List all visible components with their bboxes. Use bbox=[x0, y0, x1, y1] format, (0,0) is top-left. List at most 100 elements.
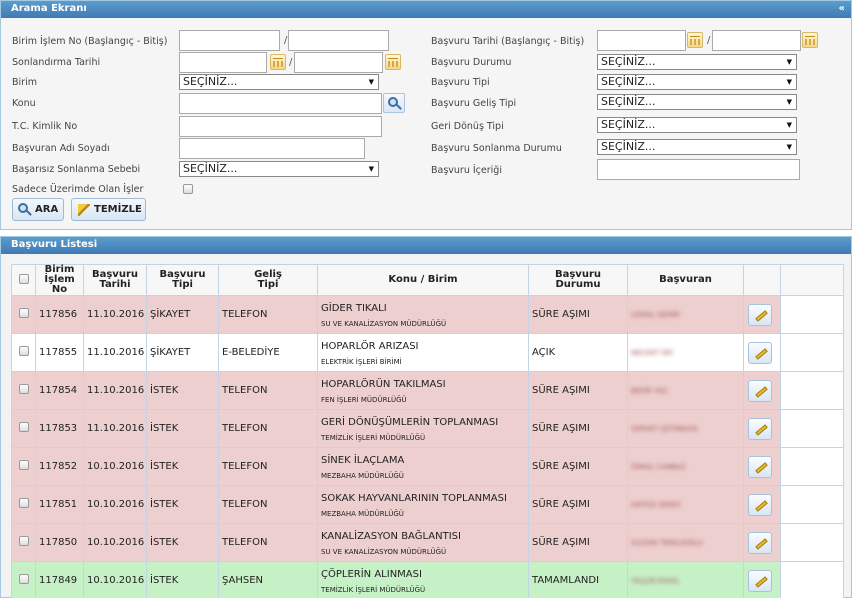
islem-no-end-input[interactable] bbox=[288, 30, 389, 51]
basvuru-durumu-select[interactable]: SEÇİNİZ... ▼ bbox=[597, 54, 797, 70]
edit-button[interactable] bbox=[748, 531, 772, 554]
cell-actions bbox=[743, 447, 781, 486]
search-button-label: ARA bbox=[35, 204, 59, 215]
table-row[interactable]: 117854 11.10.2016 İSTEK TELEFON HOPARLÖRÜN T… bbox=[11, 371, 844, 410]
basarisiz-select[interactable]: SEÇİNİZ... ▼ bbox=[179, 161, 379, 177]
clear-button[interactable]: TEMİZLE bbox=[71, 198, 146, 221]
applicant-name: BEKİR YAZ bbox=[631, 387, 668, 395]
edit-button[interactable] bbox=[748, 417, 772, 440]
row-checkbox-cell[interactable] bbox=[11, 295, 36, 334]
row-checkbox[interactable] bbox=[19, 308, 29, 318]
table-row[interactable]: 117849 10.10.2016 İSTEK ŞAHSEN ÇÖPLERİN ALIN… bbox=[11, 561, 844, 598]
col-header-no[interactable]: Birim İşlem No bbox=[35, 264, 84, 296]
chevron-down-icon: ▼ bbox=[786, 121, 792, 129]
cell-tarih: 11.10.2016 bbox=[83, 371, 147, 410]
tc-input[interactable] bbox=[179, 116, 382, 137]
select-all-cell[interactable] bbox=[11, 264, 36, 296]
birim-select[interactable]: SEÇİNİZ... ▼ bbox=[179, 74, 379, 90]
label-basarisiz: Başarısız Sonlanma Sebebi bbox=[12, 164, 141, 175]
chevron-down-icon: ▼ bbox=[786, 143, 792, 151]
gelis-tipi-select[interactable]: SEÇİNİZ... ▼ bbox=[597, 94, 797, 110]
edit-button[interactable] bbox=[748, 379, 772, 402]
icerigi-input[interactable] bbox=[597, 159, 800, 180]
col-header-durum[interactable]: Başvuru Durumu bbox=[528, 264, 628, 296]
edit-button[interactable] bbox=[748, 569, 772, 592]
cell-extra bbox=[780, 295, 844, 334]
row-checkbox-cell[interactable] bbox=[11, 523, 36, 562]
pencil-icon bbox=[755, 347, 768, 360]
collapse-icon[interactable]: « bbox=[839, 1, 845, 17]
row-checkbox[interactable] bbox=[19, 536, 29, 546]
konu-input[interactable] bbox=[179, 93, 382, 114]
cell-tarih: 10.10.2016 bbox=[83, 447, 147, 486]
search-button[interactable]: ARA bbox=[12, 198, 64, 221]
geri-donus-select-value: SEÇİNİZ... bbox=[601, 118, 656, 131]
sonlanma-durumu-select[interactable]: SEÇİNİZ... ▼ bbox=[597, 139, 797, 155]
applicant-name: NECDET EKİ bbox=[631, 349, 673, 357]
cell-extra bbox=[780, 485, 844, 524]
table-row[interactable]: 117851 10.10.2016 İSTEK TELEFON SOKAK HAYVAN… bbox=[11, 485, 844, 524]
edit-button[interactable] bbox=[748, 493, 772, 516]
row-checkbox[interactable] bbox=[19, 422, 29, 432]
sonlandirma-end-input[interactable] bbox=[294, 52, 383, 73]
col-header-gelis[interactable]: Geliş Tipi bbox=[218, 264, 318, 296]
sonlandirma-separator: / bbox=[289, 57, 293, 68]
col-header-tip[interactable]: Başvuru Tipi bbox=[146, 264, 219, 296]
row-checkbox-cell[interactable] bbox=[11, 447, 36, 486]
cell-konu-title: GERİ DÖNÜŞÜMLERİN TOPLANMASI bbox=[321, 417, 499, 428]
row-checkbox[interactable] bbox=[19, 498, 29, 508]
cell-durum: TAMAMLANDI bbox=[528, 561, 628, 598]
basvuru-durumu-select-value: SEÇİNİZ... bbox=[601, 55, 656, 68]
basvuru-tarihi-end-input[interactable] bbox=[712, 30, 801, 51]
calendar-icon[interactable] bbox=[802, 32, 818, 48]
table-row[interactable]: 117852 10.10.2016 İSTEK TELEFON SİNEK İLAÇLA… bbox=[11, 447, 844, 486]
row-checkbox[interactable] bbox=[19, 384, 29, 394]
table-row[interactable]: 117853 11.10.2016 İSTEK TELEFON GERİ DÖNÜŞÜM… bbox=[11, 409, 844, 448]
table-row[interactable]: 117850 10.10.2016 İSTEK TELEFON KANALİZASYON… bbox=[11, 523, 844, 562]
cell-tip: İSTEK bbox=[146, 561, 219, 598]
cell-konu-birim: ELEKTRİK İŞLERİ BİRİMİ bbox=[321, 358, 402, 366]
row-checkbox-cell[interactable] bbox=[11, 333, 36, 372]
col-header-tarih[interactable]: Başvuru Tarihi bbox=[83, 264, 147, 296]
islem-no-start-input[interactable] bbox=[179, 30, 280, 51]
cell-basvuran: NECDET EKİ bbox=[627, 333, 744, 372]
col-header-konu[interactable]: Konu / Birim bbox=[317, 264, 529, 296]
select-all-checkbox[interactable] bbox=[18, 273, 29, 284]
edit-button[interactable] bbox=[748, 455, 772, 478]
pencil-icon bbox=[755, 385, 768, 398]
calendar-icon[interactable] bbox=[385, 54, 401, 70]
chevron-down-icon: ▼ bbox=[786, 58, 792, 66]
row-checkbox[interactable] bbox=[19, 574, 29, 584]
edit-button[interactable] bbox=[748, 303, 772, 326]
basvuru-tipi-select[interactable]: SEÇİNİZ... ▼ bbox=[597, 74, 797, 90]
calendar-icon[interactable] bbox=[687, 32, 703, 48]
row-checkbox[interactable] bbox=[19, 460, 29, 470]
konu-search-button[interactable] bbox=[383, 93, 405, 113]
sonlandirma-start-input[interactable] bbox=[179, 52, 267, 73]
pencil-icon bbox=[755, 537, 768, 550]
cell-konu-birim: TEMİZLİK İŞLERİ MÜDÜRLÜĞÜ bbox=[321, 434, 426, 442]
edit-button[interactable] bbox=[748, 341, 772, 364]
search-panel-title: Arama Ekranı bbox=[11, 3, 87, 14]
row-checkbox-cell[interactable] bbox=[11, 371, 36, 410]
row-checkbox-cell[interactable] bbox=[11, 485, 36, 524]
geri-donus-select[interactable]: SEÇİNİZ... ▼ bbox=[597, 117, 797, 133]
row-checkbox-cell[interactable] bbox=[11, 561, 36, 598]
cell-tarih: 10.10.2016 bbox=[83, 523, 147, 562]
chevron-down-icon: ▼ bbox=[786, 78, 792, 86]
cell-konu: ÇÖPLERİN ALINMASI TEMİZLİK İŞLERİ MÜDÜRLÜ… bbox=[317, 561, 529, 598]
cell-tip: İSTEK bbox=[146, 447, 219, 486]
basvuru-tarihi-start-input[interactable] bbox=[597, 30, 686, 51]
row-checkbox-cell[interactable] bbox=[11, 409, 36, 448]
table-row[interactable]: 117856 11.10.2016 ŞİKAYET TELEFON GİDER TIKA… bbox=[11, 295, 844, 334]
adsoyad-input[interactable] bbox=[179, 138, 365, 159]
cell-tip: ŞİKAYET bbox=[146, 295, 219, 334]
table-row[interactable]: 117855 11.10.2016 ŞİKAYET E-BELEDİYE HOPARLÖ… bbox=[11, 333, 844, 372]
cell-durum: SÜRE AŞIMI bbox=[528, 371, 628, 410]
col-header-basvuran[interactable]: Başvuran bbox=[627, 264, 744, 296]
cell-gelis: TELEFON bbox=[218, 295, 318, 334]
cell-durum: SÜRE AŞIMI bbox=[528, 523, 628, 562]
sadece-checkbox[interactable] bbox=[183, 184, 193, 194]
row-checkbox[interactable] bbox=[19, 346, 29, 356]
calendar-icon[interactable] bbox=[270, 54, 286, 70]
